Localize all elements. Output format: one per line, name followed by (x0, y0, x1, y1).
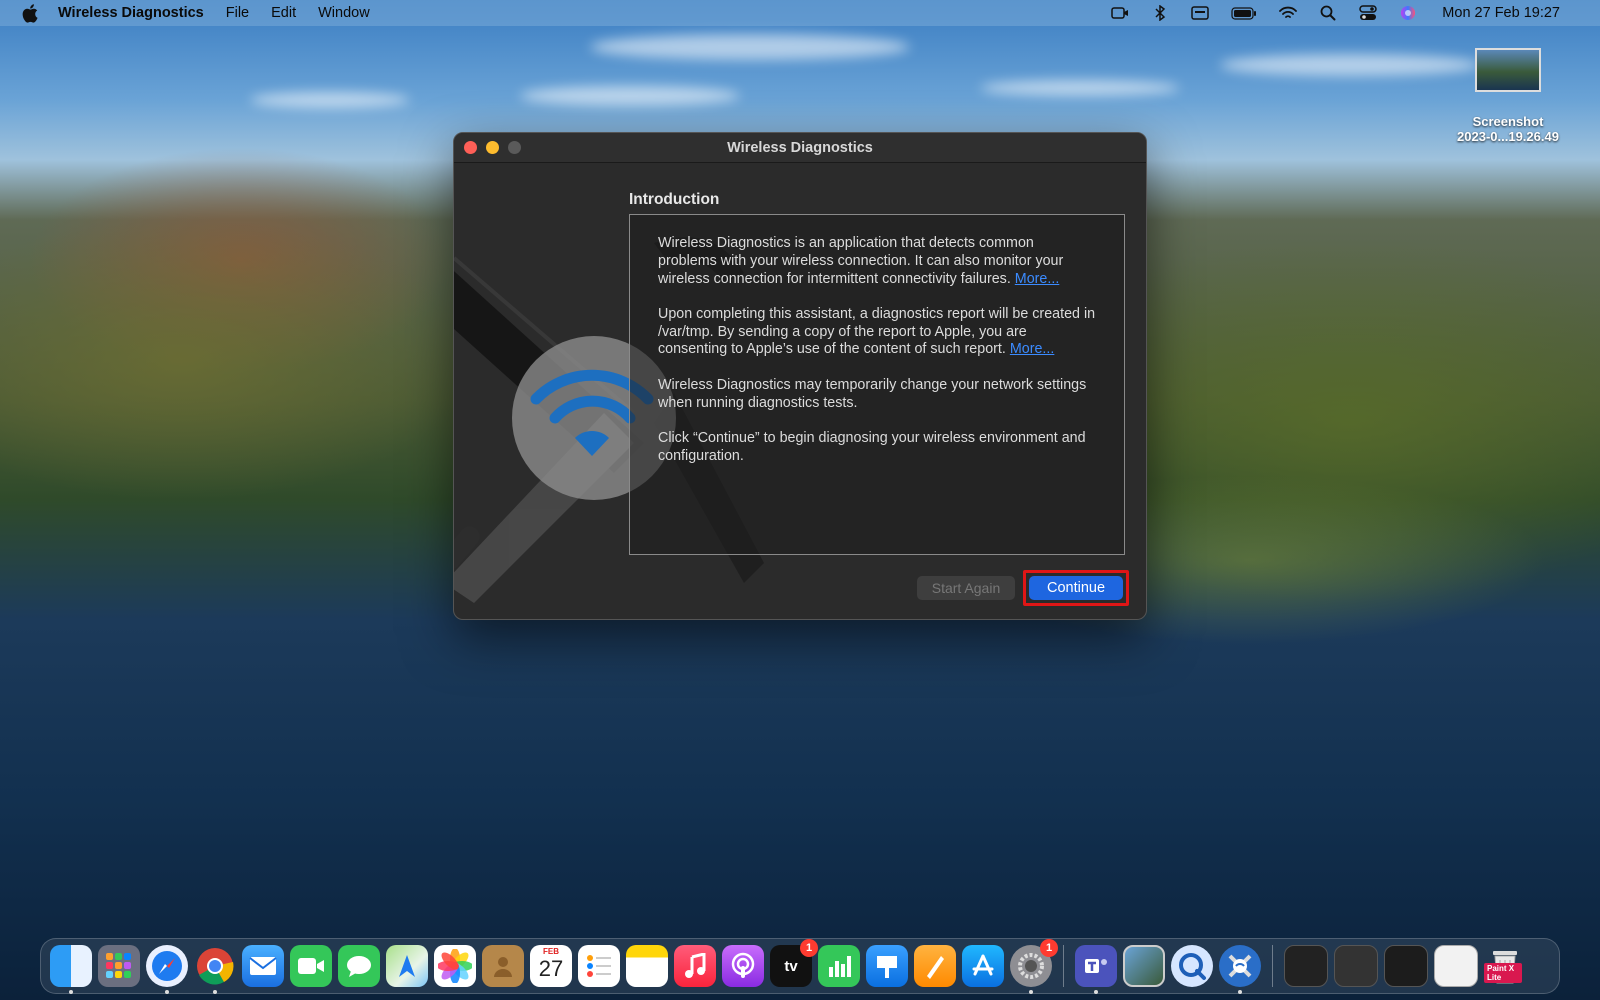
numbers-icon[interactable] (818, 945, 860, 987)
finder-icon[interactable] (50, 945, 92, 994)
desktop-screenshot-file[interactable]: Screenshot 2023-0...19.26.49 (1428, 48, 1588, 144)
keynote-icon[interactable] (866, 945, 908, 987)
reminders-icon[interactable] (578, 945, 620, 987)
dock: FEB 27 tv 1 1 Paint X Lite (40, 938, 1560, 994)
siri-icon[interactable] (1398, 5, 1418, 21)
intro-paragraph-3: Wireless Diagnostics may temporarily cha… (658, 376, 1087, 411)
menu-window[interactable]: Window (318, 5, 370, 21)
continue-button[interactable]: Continue (1029, 576, 1123, 600)
system-settings-badge: 1 (1040, 939, 1058, 957)
intro-paragraph-2: Upon completing this assistant, a diagno… (658, 306, 1096, 359)
maps-icon[interactable] (386, 945, 428, 987)
apple-tv-badge: 1 (800, 939, 818, 957)
menu-file[interactable]: File (226, 5, 249, 21)
contacts-icon[interactable] (482, 945, 524, 987)
running-indicator (1029, 990, 1033, 994)
apple-menu-icon[interactable] (20, 3, 40, 23)
menu-edit[interactable]: Edit (271, 5, 296, 21)
intro-paragraph-1: Wireless Diagnostics is an application t… (658, 235, 1096, 288)
pages-icon[interactable] (914, 945, 956, 987)
podcasts-icon[interactable] (722, 945, 764, 987)
running-indicator (165, 990, 169, 994)
teams-icon[interactable] (1075, 945, 1117, 994)
introduction-heading: Introduction (629, 191, 720, 208)
screen-recording-icon[interactable] (1110, 5, 1130, 21)
minimized-window-4[interactable] (1434, 945, 1478, 987)
notes-icon[interactable] (626, 945, 668, 987)
paint-x-lite-label: Paint X Lite (1484, 963, 1522, 983)
launchpad-icon[interactable] (98, 945, 140, 987)
cloud (590, 34, 910, 60)
cloud (980, 80, 1180, 96)
wireless-diagnostics-dock-icon[interactable] (1219, 945, 1261, 994)
mail-icon[interactable] (242, 945, 284, 987)
more-info-link-2[interactable]: More... (1010, 341, 1055, 357)
dock-separator (1063, 945, 1064, 987)
cloud (520, 86, 740, 106)
menu-bar: Wireless Diagnostics File Edit Window Mo… (0, 0, 1600, 26)
desktop-file-name-line1: Screenshot (1472, 114, 1544, 129)
status-area: Mon 27 Feb 19:27 (1110, 5, 1560, 21)
running-indicator (69, 990, 73, 994)
more-info-link-1[interactable]: More... (1015, 271, 1060, 287)
app-name-menu[interactable]: Wireless Diagnostics (58, 5, 204, 21)
menubar-clock[interactable]: Mon 27 Feb 19:27 (1442, 5, 1560, 21)
system-settings-icon[interactable]: 1 (1010, 939, 1058, 994)
messages-icon[interactable] (338, 945, 380, 987)
safari-icon[interactable] (146, 945, 188, 994)
window-title: Wireless Diagnostics (727, 139, 873, 156)
battery-icon[interactable] (1230, 5, 1258, 21)
bluetooth-icon[interactable] (1150, 5, 1170, 21)
screenshot-thumbnail (1475, 48, 1541, 92)
spotlight-search-icon[interactable] (1318, 5, 1338, 21)
wireless-diagnostics-window: Wireless Diagnostics Introduction Wirele… (453, 132, 1147, 620)
control-center-icon[interactable] (1358, 5, 1378, 21)
apple-tv-icon[interactable]: tv 1 (770, 939, 818, 987)
close-window-button[interactable] (464, 141, 477, 154)
minimized-window-2[interactable] (1334, 945, 1378, 987)
preview-icon[interactable] (1123, 945, 1165, 987)
calendar-icon[interactable]: FEB 27 (530, 945, 572, 987)
window-titlebar[interactable]: Wireless Diagnostics (454, 133, 1146, 163)
calendar-month: FEB (543, 947, 559, 956)
minimized-window-1[interactable] (1284, 945, 1328, 987)
apple-tv-label: tv (784, 957, 798, 975)
traffic-lights (464, 141, 521, 154)
running-indicator (1094, 990, 1098, 994)
chrome-icon[interactable] (194, 945, 236, 994)
intro-paragraph-1-text: Wireless Diagnostics is an application t… (658, 235, 1064, 287)
calendar-day: 27 (538, 956, 564, 981)
minimized-window-3[interactable] (1384, 945, 1428, 987)
trash-icon[interactable]: Paint X Lite (1484, 945, 1526, 987)
facetime-icon[interactable] (290, 945, 332, 987)
running-indicator (213, 990, 217, 994)
minimize-window-button[interactable] (486, 141, 499, 154)
running-indicator (1238, 990, 1242, 994)
quicktime-icon[interactable] (1171, 945, 1213, 987)
music-icon[interactable] (674, 945, 716, 987)
dock-separator (1272, 945, 1273, 987)
introduction-text-box: Wireless Diagnostics is an application t… (629, 214, 1125, 555)
cloud (250, 92, 410, 108)
intro-paragraph-4: Click “Continue” to begin diagnosing you… (658, 429, 1086, 464)
desktop-file-name-line2: 2023-0...19.26.49 (1457, 129, 1559, 144)
zoom-window-button (508, 141, 521, 154)
photos-icon[interactable] (434, 945, 476, 987)
wifi-icon[interactable] (1278, 5, 1298, 21)
keyboard-icon[interactable] (1190, 5, 1210, 21)
app-store-icon[interactable] (962, 945, 1004, 987)
start-again-button: Start Again (917, 576, 1015, 600)
